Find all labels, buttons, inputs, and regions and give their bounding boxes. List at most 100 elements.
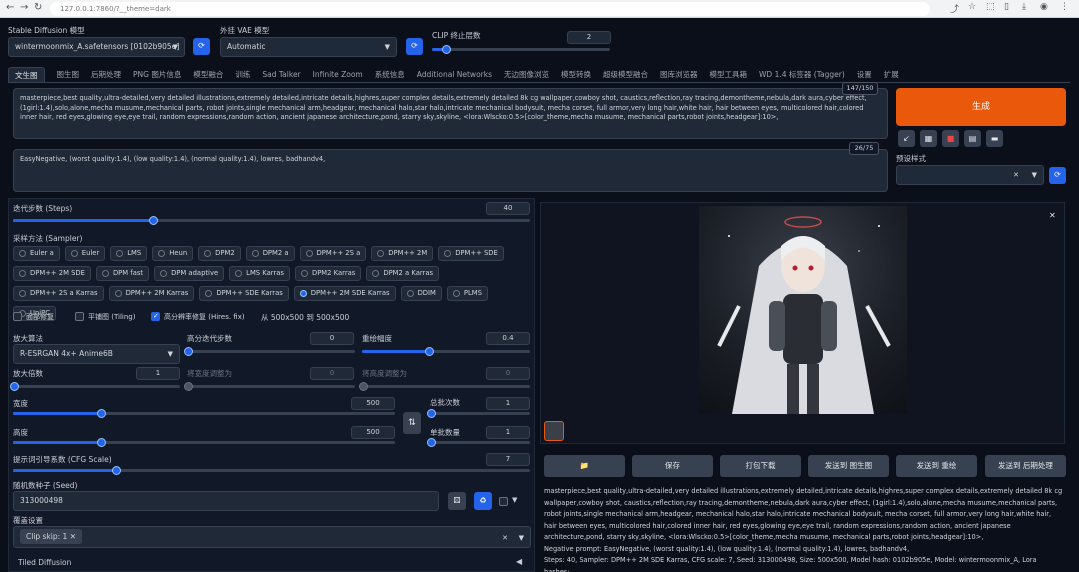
output-action-button[interactable]: 发送到 重绘 <box>896 455 977 477</box>
sampler-option[interactable]: DPM2 Karras <box>294 266 362 281</box>
face-restore-checkbox[interactable]: 面部修复 <box>13 312 54 322</box>
generate-button[interactable]: 生成 <box>896 88 1066 126</box>
cfg-value[interactable]: 7 <box>486 453 530 466</box>
output-action-button[interactable]: 保存 <box>632 455 713 477</box>
extra-seed-checkbox[interactable] <box>499 497 508 506</box>
sampler-option[interactable]: DPM++ 2M <box>371 246 434 261</box>
sampler-option[interactable]: DPM2 a <box>245 246 295 261</box>
tab-7[interactable]: Infinite Zoom <box>313 67 363 82</box>
tab-2[interactable]: 后期处理 <box>91 67 121 82</box>
close-icon[interactable]: ✕ <box>1049 211 1056 220</box>
radio-dot[interactable] <box>452 290 460 297</box>
checkbox-box[interactable] <box>151 312 160 321</box>
resize-height-value[interactable]: 0 <box>486 367 530 380</box>
hires-steps-slider[interactable] <box>184 347 355 356</box>
batch-count-value[interactable]: 1 <box>486 397 530 410</box>
batch-size-slider-handle[interactable] <box>427 438 436 447</box>
radio-dot[interactable] <box>114 290 122 297</box>
sampler-option[interactable]: DPM++ SDE <box>438 246 504 261</box>
sidebar-icon[interactable]: ▯ <box>1004 2 1009 12</box>
radio-dot[interactable] <box>406 290 414 297</box>
resize-height-slider[interactable] <box>359 382 530 391</box>
tab-1[interactable]: 图生图 <box>57 67 80 82</box>
tab-16[interactable]: 设置 <box>857 67 872 82</box>
sampler-option[interactable]: LMS <box>110 246 148 261</box>
positive-prompt-input[interactable]: masterpiece,best quality,ultra-detailed,… <box>13 88 888 139</box>
share-icon[interactable]: ⤴ <box>950 2 959 15</box>
tab-8[interactable]: 系统信息 <box>375 67 405 82</box>
batch-size-value[interactable]: 1 <box>486 426 530 439</box>
width-value[interactable]: 500 <box>351 397 395 410</box>
scale-value[interactable]: 1 <box>136 367 180 380</box>
checkbox-box[interactable] <box>13 312 22 321</box>
save-style-icon[interactable]: ▬ <box>986 130 1003 147</box>
collapse-triangle-icon[interactable]: ◀ <box>516 557 522 566</box>
radio-dot[interactable] <box>158 250 166 257</box>
apply-style-icon[interactable]: ▤ <box>964 130 981 147</box>
radio-dot[interactable] <box>300 270 308 277</box>
radio-dot[interactable] <box>251 250 259 257</box>
denoise-slider[interactable] <box>362 347 530 356</box>
hires-fix-checkbox[interactable]: 高分辨率修复 (Hires. fix) <box>151 312 245 322</box>
back-icon[interactable]: ← <box>6 2 14 13</box>
radio-dot[interactable] <box>235 270 243 277</box>
output-action-button[interactable]: 发送到 后期处理 <box>985 455 1066 477</box>
radio-dot[interactable] <box>372 270 380 277</box>
sampler-option[interactable]: DPM++ 2M SDE Karras <box>293 286 396 301</box>
checkbox-box[interactable] <box>75 312 84 321</box>
refresh-model-icon[interactable]: ⟳ <box>193 38 210 55</box>
height-slider[interactable] <box>13 438 395 447</box>
radio-dot[interactable] <box>205 290 213 297</box>
clear-icon[interactable]: ▦ <box>920 130 937 147</box>
model-dropdown[interactable]: wintermoonmix_A.safetensors [0102b905e] … <box>8 37 185 57</box>
cfg-slider[interactable] <box>13 466 530 475</box>
resize-height-slider-handle[interactable] <box>359 382 368 391</box>
steps-slider[interactable] <box>13 216 530 225</box>
tab-11[interactable]: 模型转换 <box>561 67 591 82</box>
width-slider-handle[interactable] <box>97 409 106 418</box>
steps-value[interactable]: 40 <box>486 202 530 215</box>
tab-14[interactable]: 模型工具箱 <box>710 67 748 82</box>
radio-dot[interactable] <box>204 250 212 257</box>
output-action-button[interactable]: 打包下载 <box>720 455 801 477</box>
radio-dot[interactable] <box>116 250 124 257</box>
sampler-option[interactable]: DDIM <box>400 286 442 301</box>
sampler-option[interactable]: DPM++ 2S a <box>299 246 367 261</box>
extensions-icon[interactable]: ⬚ <box>986 2 995 12</box>
tab-0[interactable]: 文生图 <box>8 67 45 82</box>
star-icon[interactable]: ☆ <box>968 2 976 12</box>
tab-5[interactable]: 训练 <box>235 67 250 82</box>
menu-icon[interactable]: ⋮ <box>1060 2 1069 12</box>
sampler-option[interactable]: Euler a <box>13 246 60 261</box>
radio-dot[interactable] <box>19 250 26 257</box>
tab-10[interactable]: 无边图像浏览 <box>504 67 549 82</box>
swap-dimensions-icon[interactable]: ⇅ <box>403 412 421 434</box>
radio-dot[interactable] <box>305 250 313 257</box>
clear-override-icon[interactable]: ✕ <box>502 527 508 549</box>
reload-icon[interactable]: ↻ <box>34 2 42 13</box>
height-slider-handle[interactable] <box>97 438 106 447</box>
height-value[interactable]: 500 <box>351 426 395 439</box>
download-icon[interactable]: ⤓ <box>1022 2 1026 12</box>
tiling-checkbox[interactable]: 平铺图 (Tiling) <box>75 312 135 322</box>
batch-count-slider[interactable] <box>427 409 530 418</box>
seed-input[interactable]: 313000498 <box>13 491 439 511</box>
dice-icon[interactable]: ⚄ <box>448 492 466 510</box>
clip-slider-handle[interactable] <box>442 45 452 54</box>
restore-prompt-icon[interactable]: ↙ <box>898 130 915 147</box>
width-slider[interactable] <box>13 409 395 418</box>
sampler-option[interactable]: PLMS <box>446 286 488 301</box>
tiled-diffusion-accordion[interactable]: Tiled Diffusion <box>18 558 71 567</box>
radio-dot[interactable] <box>377 250 385 257</box>
radio-dot[interactable] <box>101 270 109 277</box>
vae-dropdown[interactable]: Automatic ▼ <box>220 37 397 57</box>
radio-dot[interactable] <box>299 290 307 297</box>
resize-width-value[interactable]: 0 <box>310 367 354 380</box>
sampler-option[interactable]: DPM2 a Karras <box>366 266 440 281</box>
denoise-value[interactable]: 0.4 <box>486 332 530 345</box>
tab-9[interactable]: Additional Networks <box>417 67 492 82</box>
clip-value[interactable]: 2 <box>567 31 611 44</box>
radio-dot[interactable] <box>160 270 168 277</box>
address-bar[interactable]: 127.0.0.1:7860/?__theme=dark <box>50 2 930 16</box>
tab-13[interactable]: 图库浏览器 <box>660 67 698 82</box>
